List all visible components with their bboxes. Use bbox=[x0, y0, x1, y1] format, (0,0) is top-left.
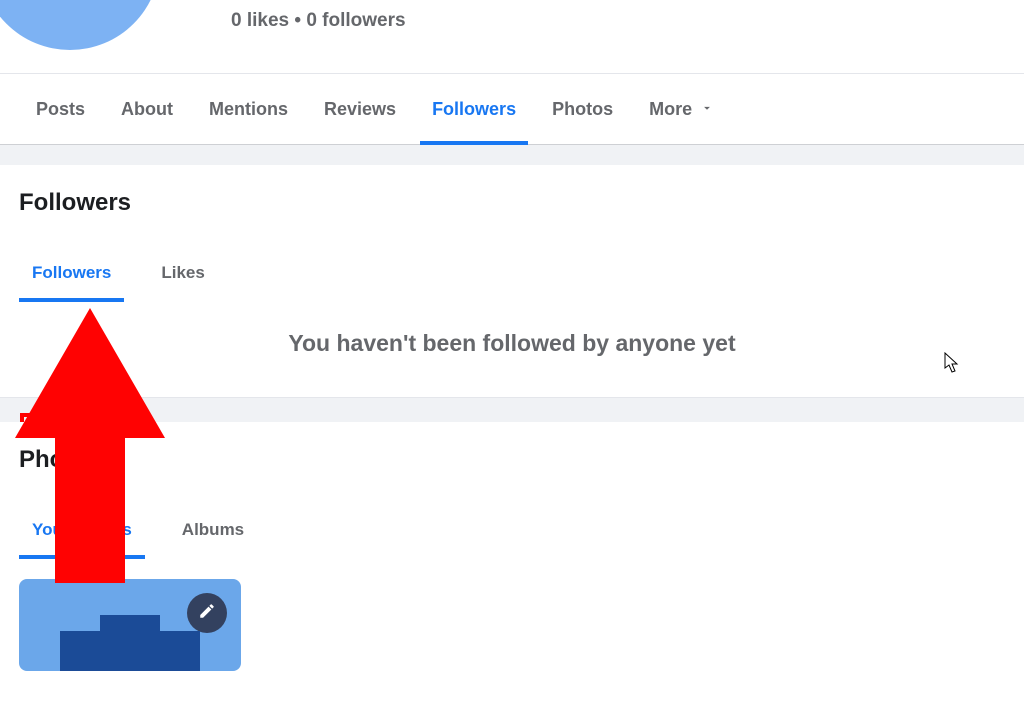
photo-placeholder-shape bbox=[60, 631, 200, 671]
tab-label: Followers bbox=[432, 99, 516, 120]
page-root: 0 likes • 0 followers Posts About Mentio… bbox=[0, 0, 1024, 722]
subtab-label: Your Photos bbox=[32, 520, 132, 540]
subtab-label: Likes bbox=[161, 263, 204, 283]
tab-followers[interactable]: Followers bbox=[414, 79, 534, 139]
tab-more[interactable]: More bbox=[631, 79, 732, 139]
chevron-down-icon bbox=[700, 99, 714, 120]
subtab-followers[interactable]: Followers bbox=[19, 245, 124, 300]
subtab-your-photos[interactable]: Your Photos bbox=[19, 502, 145, 557]
photo-thumbnail[interactable] bbox=[19, 579, 241, 671]
tab-photos[interactable]: Photos bbox=[534, 79, 631, 139]
photos-card: Photos Your Photos Albums bbox=[0, 422, 1024, 671]
profile-header: 0 likes • 0 followers bbox=[0, 0, 1024, 73]
tab-label: Mentions bbox=[209, 99, 288, 120]
tab-posts[interactable]: Posts bbox=[18, 79, 103, 139]
avatar-wrap bbox=[0, 0, 160, 50]
subtab-label: Albums bbox=[182, 520, 244, 540]
tab-label: Photos bbox=[552, 99, 613, 120]
tab-about[interactable]: About bbox=[103, 79, 191, 139]
followers-section-title: Followers bbox=[19, 189, 1005, 217]
tab-reviews[interactable]: Reviews bbox=[306, 79, 414, 139]
separator-strip bbox=[0, 145, 1024, 165]
tab-label: Reviews bbox=[324, 99, 396, 120]
subtab-label: Followers bbox=[32, 263, 111, 283]
subtab-likes[interactable]: Likes bbox=[148, 245, 217, 300]
followers-subtabs: Followers Likes bbox=[19, 245, 1005, 300]
followers-card: Followers Followers Likes You haven't be… bbox=[0, 165, 1024, 398]
separator-strip bbox=[0, 398, 1024, 422]
tab-label: Posts bbox=[36, 99, 85, 120]
photos-section-title: Photos bbox=[19, 446, 1005, 474]
followers-empty-state: You haven't been followed by anyone yet bbox=[19, 330, 1005, 357]
photos-subtabs: Your Photos Albums bbox=[19, 502, 1005, 557]
profile-avatar[interactable] bbox=[0, 0, 160, 50]
tab-label: About bbox=[121, 99, 173, 120]
pencil-icon bbox=[198, 602, 216, 625]
primary-tabbar: Posts About Mentions Reviews Followers P… bbox=[0, 73, 1024, 145]
profile-stats: 0 likes • 0 followers bbox=[231, 10, 406, 32]
tab-mentions[interactable]: Mentions bbox=[191, 79, 306, 139]
edit-photo-button[interactable] bbox=[187, 593, 227, 633]
tab-label: More bbox=[649, 99, 692, 120]
subtab-albums[interactable]: Albums bbox=[169, 502, 257, 557]
